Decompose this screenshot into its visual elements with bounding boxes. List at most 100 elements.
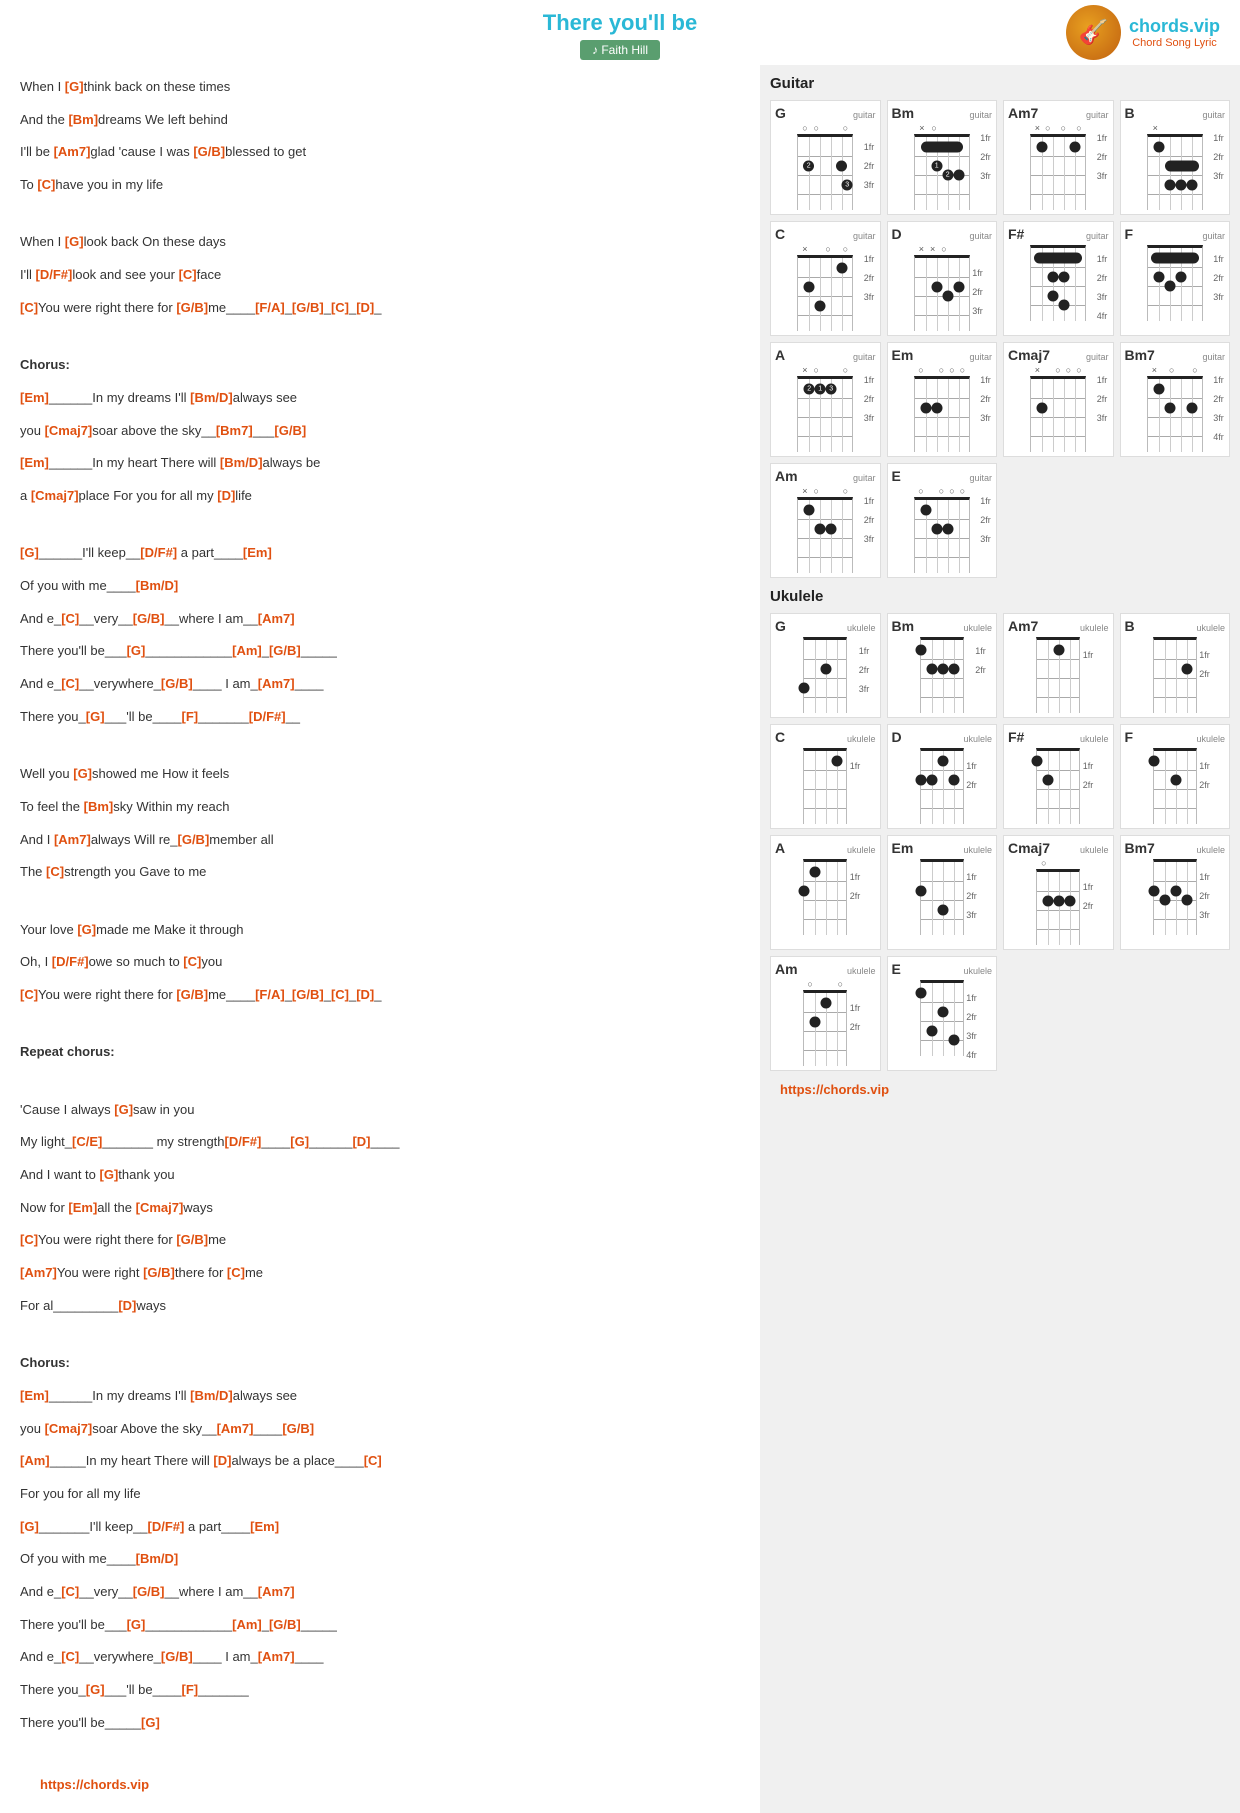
verse-2: When I [G]look back On these days I'll […: [20, 230, 740, 320]
lyric-line: [C]You were right there for [G/B]me____[…: [20, 296, 740, 321]
chord-cmaj7-ukulele: Cmaj7 ukulele ○: [1003, 835, 1114, 950]
chord-c-guitar: C guitar ×○○: [770, 221, 881, 336]
page-header: There you'll be Faith Hill 🎸 chords.vip …: [0, 0, 1240, 65]
lyric-line: Oh, I [D/F#]owe so much to [C]you: [20, 950, 740, 975]
lyric-line: Of you with me____[Bm/D]: [20, 1547, 740, 1572]
bridge-1: [G]______I'll keep__[D/F#] a part____[Em…: [20, 541, 740, 729]
lyric-line: There you_[G]___'ll be____[F]_______: [20, 1678, 740, 1703]
guitar-row-4: Am guitar ×○○: [770, 463, 1230, 578]
content-area: When I [G]think back on these times And …: [0, 65, 1240, 1813]
lyrics-section: When I [G]think back on these times And …: [0, 65, 760, 1813]
guitar-row-2: C guitar ×○○: [770, 221, 1230, 336]
chorus-2: Chorus: [Em]______In my dreams I'll [Bm/…: [20, 1351, 740, 1735]
chord-em-ukulele: Em ukulele: [887, 835, 998, 950]
chord-bm7-ukulele: Bm7 ukulele: [1120, 835, 1231, 950]
repeat-label: Repeat chorus:: [20, 1040, 740, 1065]
chord-b-ukulele: B ukulele 1fr: [1120, 613, 1231, 718]
section-title-chorus: Chorus:: [20, 353, 740, 378]
chord-bm7-guitar: Bm7 guitar ×○○: [1120, 342, 1231, 457]
logo-brand: chords.vip: [1129, 16, 1220, 37]
chords-section: Guitar G guitar ○○○: [760, 65, 1240, 1813]
lyric-line: [Em]______In my heart There will [Bm/D]a…: [20, 451, 740, 476]
lyric-line: 'Cause I always [G]saw in you: [20, 1098, 740, 1123]
lyric-line: To feel the [Bm]sky Within my reach: [20, 795, 740, 820]
lyric-line: There you'll be___[G]____________[Am]_[G…: [20, 1613, 740, 1638]
lyric-line: And e_[C]__very__[G/B]__where I am__[Am7…: [20, 607, 740, 632]
lyric-line: There you'll be_____[G]: [20, 1711, 740, 1736]
chord-d-guitar: D guitar ××○: [887, 221, 998, 336]
logo-icon: 🎸: [1066, 5, 1121, 60]
lyric-line: Of you with me____[Bm/D]: [20, 574, 740, 599]
lyric-line: [G]______I'll keep__[D/F#] a part____[Em…: [20, 541, 740, 566]
verse-1: When I [G]think back on these times And …: [20, 75, 740, 198]
chorus-1: Chorus: [Em]______In my dreams I'll [Bm/…: [20, 353, 740, 508]
chord-e-ukulele: E ukulele: [887, 956, 998, 1071]
chord-g-guitar: G guitar ○○○: [770, 100, 881, 215]
chord-b-guitar: B guitar ×: [1120, 100, 1231, 215]
lyric-line: For al_________[D]ways: [20, 1294, 740, 1319]
site-logo: 🎸 chords.vip Chord Song Lyric: [1066, 5, 1220, 60]
chord-fsharp-ukulele: F# ukulele: [1003, 724, 1114, 829]
lyric-line: And the [Bm]dreams We left behind: [20, 108, 740, 133]
lyric-line: The [C]strength you Gave to me: [20, 860, 740, 885]
lyric-line: And e_[C]__verywhere_[G/B]____ I am_[Am7…: [20, 1645, 740, 1670]
lyric-line: you [Cmaj7]soar above the sky__[Bm7]___[…: [20, 419, 740, 444]
lyric-line: [C]You were right there for [G/B]me____[…: [20, 983, 740, 1008]
ukulele-row-1: G ukulele: [770, 613, 1230, 718]
lyric-line: For you for all my life: [20, 1482, 740, 1507]
verse-3: Well you [G]showed me How it feels To fe…: [20, 762, 740, 885]
lyric-line: There you_[G]___'ll be____[F]_______[D/F…: [20, 705, 740, 730]
ukulele-row-3: A ukulele: [770, 835, 1230, 950]
guitar-row-3: A guitar ×○○: [770, 342, 1230, 457]
lyric-line: [Am7]You were right [G/B]there for [C]me: [20, 1261, 740, 1286]
chord-cmaj7-guitar: Cmaj7 guitar ×○○○: [1003, 342, 1114, 457]
chord-f-guitar: F guitar: [1120, 221, 1231, 336]
repeat-chorus: Repeat chorus:: [20, 1040, 740, 1065]
artist-badge[interactable]: Faith Hill: [580, 40, 660, 60]
lyric-line: There you'll be___[G]____________[Am]_[G…: [20, 639, 740, 664]
chord-f-ukulele: F ukulele: [1120, 724, 1231, 829]
chord-c-ukulele: C ukulele 1fr: [770, 724, 881, 829]
chord-g-ukulele: G ukulele: [770, 613, 881, 718]
ukulele-section-header: Ukulele: [770, 588, 1230, 605]
chord-am7-guitar: Am7 guitar ×○○○: [1003, 100, 1114, 215]
lyric-line: And e_[C]__verywhere_[G/B]____ I am_[Am7…: [20, 672, 740, 697]
lyric-line: a [Cmaj7]place For you for all my [D]lif…: [20, 484, 740, 509]
lyric-line: My light_[C/E]_______ my strength[D/F#]_…: [20, 1130, 740, 1155]
footer-url-right[interactable]: https://chords.vip: [770, 1077, 1230, 1102]
chord-fsharp-guitar: F# guitar: [1003, 221, 1114, 336]
chord-am-guitar: Am guitar ×○○: [770, 463, 881, 578]
chord-em-guitar: Em guitar ○○○○: [887, 342, 998, 457]
lyric-line: [G]_______I'll keep__[D/F#] a part____[E…: [20, 1515, 740, 1540]
lyric-line: I'll [D/F#]look and see your [C]face: [20, 263, 740, 288]
lyric-line: [Em]______In my dreams I'll [Bm/D]always…: [20, 1384, 740, 1409]
bridge-2: 'Cause I always [G]saw in you My light_[…: [20, 1098, 740, 1319]
lyric-line: And e_[C]__very__[G/B]__where I am__[Am7…: [20, 1580, 740, 1605]
lyric-line: I'll be [Am7]glad 'cause I was [G/B]bles…: [20, 140, 740, 165]
lyric-line: [C]You were right there for [G/B]me: [20, 1228, 740, 1253]
lyric-line: you [Cmaj7]soar Above the sky__[Am7]____…: [20, 1417, 740, 1442]
lyric-line: Now for [Em]all the [Cmaj7]ways: [20, 1196, 740, 1221]
lyric-line: To [C]have you in my life: [20, 173, 740, 198]
section-title-chorus2: Chorus:: [20, 1351, 740, 1376]
logo-sub: Chord Song Lyric: [1129, 37, 1220, 49]
ukulele-row-4: Am ukulele ○○: [770, 956, 1230, 1071]
chord-d-ukulele: D ukulele: [887, 724, 998, 829]
lyric-line: Well you [G]showed me How it feels: [20, 762, 740, 787]
chord-g: [G]: [65, 79, 84, 94]
lyric-line: When I [G]think back on these times: [20, 75, 740, 100]
chord-bm-ukulele: Bm ukulele: [887, 613, 998, 718]
lyric-line: When I [G]look back On these days: [20, 230, 740, 255]
footer-url-left[interactable]: https://chords.vip: [20, 1768, 740, 1803]
verse-4: Your love [G]made me Make it through Oh,…: [20, 918, 740, 1008]
lyric-line: Your love [G]made me Make it through: [20, 918, 740, 943]
chord-bm-guitar: Bm guitar ×○: [887, 100, 998, 215]
guitar-section-header: Guitar: [770, 75, 1230, 92]
lyric-line: And I want to [G]thank you: [20, 1163, 740, 1188]
ukulele-row-2: C ukulele 1fr: [770, 724, 1230, 829]
chord-e-guitar: E guitar ○○○○: [887, 463, 998, 578]
song-title: There you'll be: [0, 10, 1240, 36]
chord-a-guitar: A guitar ×○○: [770, 342, 881, 457]
lyric-line: [Am]_____In my heart There will [D]alway…: [20, 1449, 740, 1474]
lyric-line: [Em]______In my dreams I'll [Bm/D]always…: [20, 386, 740, 411]
